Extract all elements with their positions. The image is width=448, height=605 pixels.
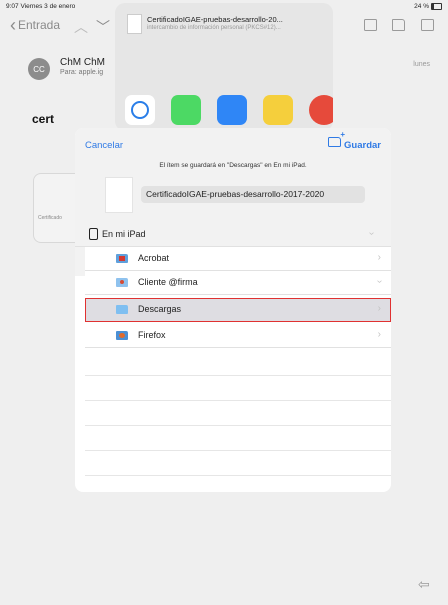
chevron-down-icon: ›: [373, 279, 385, 284]
share-sheet: CertificadoIGAE-pruebas-desarrollo-20...…: [115, 3, 333, 131]
battery-percent: 24 %: [414, 3, 429, 10]
chevron-left-icon: ‹: [10, 15, 16, 35]
folder-row-acrobat[interactable]: Acrobat ›: [85, 247, 391, 271]
location-on-my-ipad[interactable]: En mi iPad ›: [75, 223, 391, 247]
avatar: CC: [28, 58, 50, 80]
status-time: 9:07 Viernes 3 de enero: [6, 3, 76, 10]
folder-label: Acrobat: [138, 253, 170, 263]
empty-divider: [85, 400, 391, 401]
filename-field[interactable]: CertificadoIGAE-pruebas-desarrollo-2017-…: [141, 186, 365, 203]
share-filename: CertificadoIGAE-pruebas-desarrollo-20...: [147, 15, 283, 24]
archive-icon[interactable]: [364, 19, 377, 31]
recipient-line: Para: apple.ig: [60, 69, 104, 76]
mail-app-icon[interactable]: [217, 95, 247, 125]
share-file-type: intercambio de información personal (PKC…: [147, 25, 281, 31]
back-label: Entrada: [18, 18, 61, 32]
sender-name[interactable]: ChM ChM: [60, 57, 105, 68]
descargas-folder-icon: [116, 305, 128, 314]
folder-icon[interactable]: [392, 19, 405, 31]
folder-label: Descargas: [138, 304, 182, 314]
folder-label: Firefox: [138, 330, 166, 340]
firefox-folder-icon: [116, 331, 128, 340]
next-message-icon[interactable]: ﹀: [96, 17, 110, 37]
message-subject: cert: [32, 112, 55, 126]
back-button[interactable]: ‹ Entrada: [10, 15, 61, 35]
cliente-firma-folder-icon: [116, 278, 128, 287]
chevron-right-icon: ›: [377, 329, 381, 340]
airdrop-icon[interactable]: [125, 95, 155, 125]
attachment-label: Certificado: [38, 215, 62, 221]
messages-app-icon[interactable]: [171, 95, 201, 125]
compose-icon[interactable]: [421, 19, 434, 31]
chevron-right-icon: ›: [377, 252, 381, 263]
folder-row-firefox[interactable]: Firefox ›: [85, 324, 391, 348]
empty-divider: [85, 475, 391, 476]
message-date: lunes: [413, 61, 430, 68]
save-to-files-dialog: Cancelar Guardar El ítem se guardará en …: [75, 128, 391, 492]
save-button[interactable]: Guardar: [344, 140, 381, 151]
file-thumbnail: [105, 177, 133, 213]
folder-label: Cliente @firma: [138, 277, 198, 287]
chrome-app-icon[interactable]: [309, 95, 333, 125]
empty-divider: [85, 375, 391, 376]
cancel-button[interactable]: Cancelar: [85, 140, 123, 151]
new-folder-icon[interactable]: [328, 130, 345, 147]
battery-indicator: 24 %: [414, 3, 442, 10]
empty-divider: [85, 450, 391, 451]
ipad-icon: [89, 228, 98, 240]
chevron-right-icon: ›: [377, 303, 381, 314]
document-icon: [127, 14, 142, 34]
battery-icon: [431, 3, 442, 10]
previous-message-icon[interactable]: ︿: [74, 17, 88, 37]
notes-app-icon[interactable]: [263, 95, 293, 125]
reply-icon[interactable]: ⇦: [418, 576, 430, 593]
acrobat-folder-icon: [116, 254, 128, 263]
empty-divider: [85, 425, 391, 426]
folder-row-cliente-firma[interactable]: Cliente @firma ›: [85, 271, 391, 295]
location-label: En mi iPad: [102, 229, 146, 239]
chevron-down-icon: ›: [365, 231, 377, 236]
save-location-hint: El ítem se guardará en "Descargas" en En…: [159, 162, 307, 169]
folder-row-descargas[interactable]: Descargas ›: [85, 298, 391, 322]
share-apps-row: [121, 95, 333, 131]
